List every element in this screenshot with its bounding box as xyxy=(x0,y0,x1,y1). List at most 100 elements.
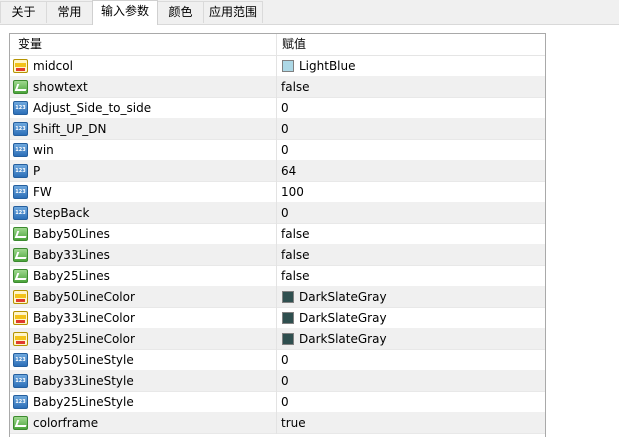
number-icon xyxy=(13,395,28,409)
param-name: Baby50Lines xyxy=(33,227,110,241)
tab-common[interactable]: 常用 xyxy=(46,1,93,23)
bool-icon xyxy=(13,227,28,241)
number-icon xyxy=(13,206,28,220)
number-icon xyxy=(13,374,28,388)
number-icon xyxy=(13,101,28,115)
table-row[interactable]: midcol LightBlue xyxy=(10,56,545,77)
table-header: 变量 赋值 xyxy=(10,34,545,56)
param-value[interactable]: 0 xyxy=(281,350,289,371)
number-icon xyxy=(13,353,28,367)
param-name: Baby25LineStyle xyxy=(33,395,134,409)
tab-colors[interactable]: 颜色 xyxy=(157,1,204,23)
column-divider xyxy=(276,56,277,77)
param-name: colorframe xyxy=(33,416,99,430)
param-value[interactable]: DarkSlateGray xyxy=(299,308,387,329)
param-name: Baby50LineColor xyxy=(33,290,135,304)
column-divider xyxy=(276,245,277,266)
table-row[interactable]: colorframe true xyxy=(10,413,545,434)
column-divider xyxy=(276,161,277,182)
param-value[interactable]: 64 xyxy=(281,161,296,182)
table-row[interactable]: FW 100 xyxy=(10,182,545,203)
column-divider xyxy=(276,413,277,434)
param-value[interactable]: false xyxy=(281,77,310,98)
column-divider xyxy=(276,77,277,98)
color-icon xyxy=(13,332,28,346)
param-value[interactable]: DarkSlateGray xyxy=(299,329,387,350)
param-name: win xyxy=(33,143,54,157)
table-row[interactable]: Baby50Lines false xyxy=(10,224,545,245)
table-row[interactable]: Baby25Lines false xyxy=(10,266,545,287)
param-name: Baby25LineColor xyxy=(33,332,135,346)
table-row[interactable]: win 0 xyxy=(10,140,545,161)
column-divider xyxy=(276,329,277,350)
column-divider xyxy=(276,371,277,392)
param-value[interactable]: LightBlue xyxy=(299,56,356,77)
table-row[interactable]: Adjust_Side_to_side 0 xyxy=(10,98,545,119)
color-swatch[interactable] xyxy=(282,312,294,324)
number-icon xyxy=(13,164,28,178)
column-divider xyxy=(276,203,277,224)
color-swatch[interactable] xyxy=(282,333,294,345)
param-name: midcol xyxy=(33,59,73,73)
param-value[interactable]: 0 xyxy=(281,392,289,413)
table-row[interactable]: Baby50LineColor DarkSlateGray xyxy=(10,287,545,308)
param-name: P xyxy=(33,164,41,178)
param-value[interactable]: 0 xyxy=(281,371,289,392)
tab-input-params[interactable]: 输入参数 xyxy=(92,0,158,25)
tab-scope[interactable]: 应用范围 xyxy=(203,1,263,23)
color-icon xyxy=(13,290,28,304)
param-value[interactable]: false xyxy=(281,224,310,245)
bool-icon xyxy=(13,416,28,430)
table-row[interactable]: Baby33LineStyle 0 xyxy=(10,371,545,392)
param-value[interactable]: false xyxy=(281,266,310,287)
param-value[interactable]: true xyxy=(281,413,306,434)
param-name: Baby25Lines xyxy=(33,269,110,283)
param-value[interactable]: DarkSlateGray xyxy=(299,287,387,308)
param-value[interactable]: 0 xyxy=(281,98,289,119)
tab-about[interactable]: 关于 xyxy=(0,1,47,23)
column-divider xyxy=(276,182,277,203)
param-name: Baby33LineStyle xyxy=(33,374,134,388)
param-name: Adjust_Side_to_side xyxy=(33,101,152,115)
column-divider xyxy=(276,392,277,413)
table-row[interactable]: StepBack 0 xyxy=(10,203,545,224)
table-row[interactable]: P 64 xyxy=(10,161,545,182)
color-icon xyxy=(13,59,28,73)
param-value[interactable]: 0 xyxy=(281,140,289,161)
header-value[interactable]: 赋值 xyxy=(282,34,306,55)
color-swatch[interactable] xyxy=(282,60,294,72)
table-row[interactable]: Baby25LineStyle 0 xyxy=(10,392,545,413)
column-divider xyxy=(276,266,277,287)
params-table: 变量 赋值 midcolLightBlueshowtextfalseAdjust… xyxy=(9,33,546,437)
header-divider[interactable] xyxy=(276,34,277,55)
column-divider xyxy=(276,140,277,161)
table-row[interactable]: Baby25LineColor DarkSlateGray xyxy=(10,329,545,350)
table-row[interactable]: Baby33LineColor DarkSlateGray xyxy=(10,308,545,329)
number-icon xyxy=(13,122,28,136)
param-value[interactable]: false xyxy=(281,245,310,266)
table-row[interactable]: Baby33Lines false xyxy=(10,245,545,266)
table-row[interactable]: Shift_UP_DN 0 xyxy=(10,119,545,140)
column-divider xyxy=(276,119,277,140)
column-divider xyxy=(276,308,277,329)
param-name: StepBack xyxy=(33,206,90,220)
table-row[interactable]: showtext false xyxy=(10,77,545,98)
color-swatch[interactable] xyxy=(282,291,294,303)
color-icon xyxy=(13,311,28,325)
table-row[interactable]: Baby50LineStyle 0 xyxy=(10,350,545,371)
bool-icon xyxy=(13,80,28,94)
header-variable[interactable]: 变量 xyxy=(18,34,42,55)
column-divider xyxy=(276,224,277,245)
param-name: Baby50LineStyle xyxy=(33,353,134,367)
number-icon xyxy=(13,143,28,157)
param-value[interactable]: 0 xyxy=(281,119,289,140)
param-value[interactable]: 100 xyxy=(281,182,304,203)
param-value[interactable]: 0 xyxy=(281,203,289,224)
tab-bar: 关于 常用 输入参数 颜色 应用范围 xyxy=(0,0,619,25)
param-name: Baby33LineColor xyxy=(33,311,135,325)
number-icon xyxy=(13,185,28,199)
param-name: Shift_UP_DN xyxy=(33,122,107,136)
bool-icon xyxy=(13,269,28,283)
column-divider xyxy=(276,98,277,119)
column-divider xyxy=(276,350,277,371)
